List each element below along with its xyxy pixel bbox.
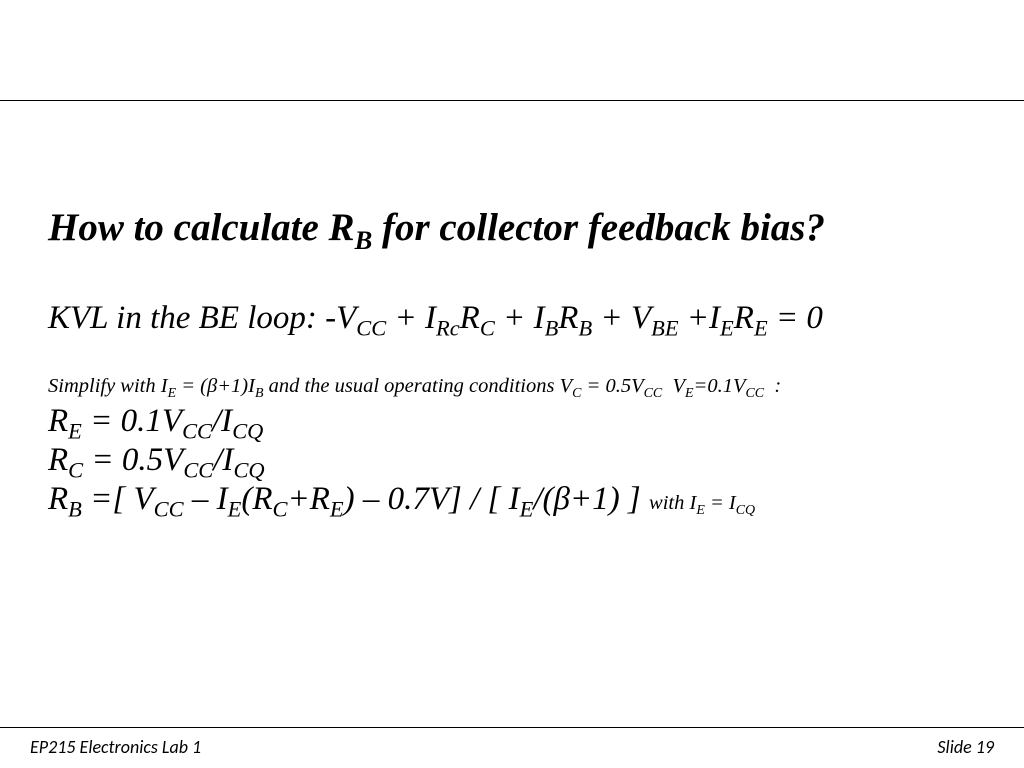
bottom-rule xyxy=(0,727,1024,728)
slide-content: How to calculate RB for collector feedba… xyxy=(48,205,984,519)
top-rule xyxy=(0,100,1024,101)
footer-course: EP215 Electronics Lab 1 xyxy=(30,736,201,758)
equation-rb: RB =[ VCC – IE(RC+RE) – 0.7V] / [ IE/(β+… xyxy=(48,480,984,519)
slide: How to calculate RB for collector feedba… xyxy=(0,0,1024,768)
simplify-note: Simplify with IE = (β+1)IB and the usual… xyxy=(48,373,984,400)
equation-rc: RC = 0.5VCC/ICQ xyxy=(48,441,984,480)
equation-re: RE = 0.1VCC/ICQ xyxy=(48,402,984,441)
footer-slide-number: Slide 19 xyxy=(937,736,994,758)
slide-title: How to calculate RB for collector feedba… xyxy=(48,205,984,252)
footer: EP215 Electronics Lab 1 Slide 19 xyxy=(30,736,994,758)
kvl-equation: KVL in the BE loop: -VCC + IRcRC + IBRB … xyxy=(48,298,984,339)
